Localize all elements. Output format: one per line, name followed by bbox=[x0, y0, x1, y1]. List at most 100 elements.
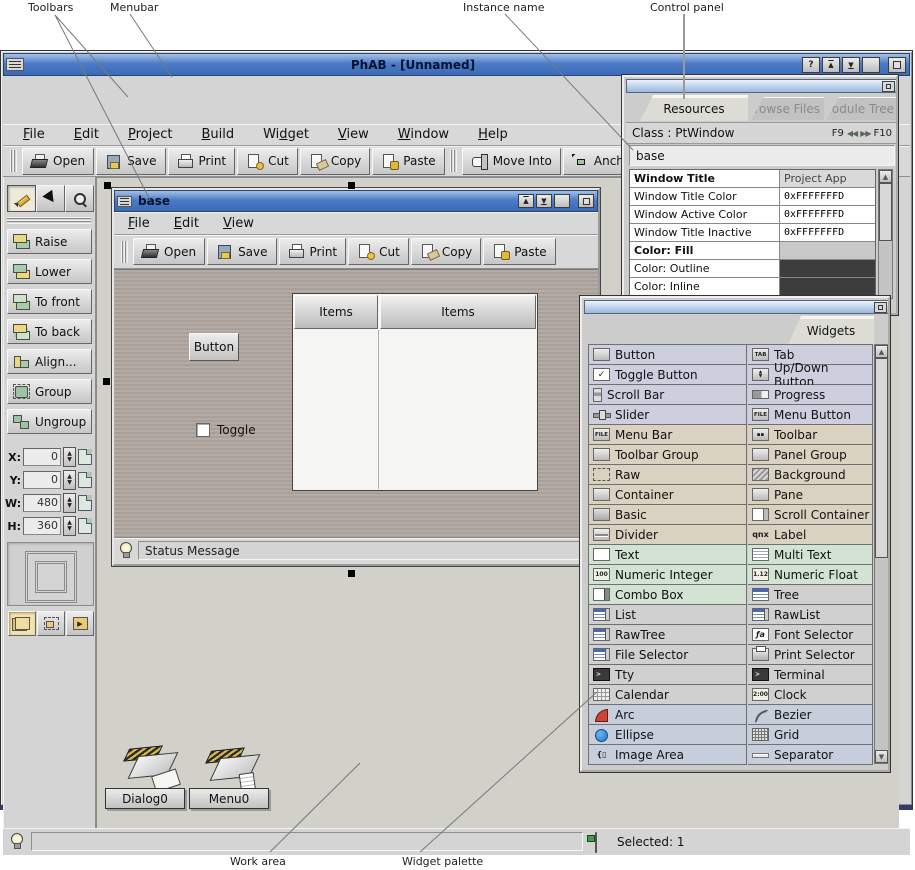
menu-item-edit[interactable]: Edit bbox=[174, 216, 199, 231]
move-into-button[interactable]: Move Into bbox=[462, 148, 561, 175]
prop-name-window-title-inactive[interactable]: Window Title Inactive bbox=[630, 224, 780, 241]
designed-list-widget[interactable]: Items Items bbox=[292, 293, 538, 491]
group-button[interactable]: Group bbox=[7, 379, 92, 404]
palette-item-calendar[interactable]: Calendar bbox=[589, 685, 747, 705]
prop-value-color-outline[interactable] bbox=[780, 260, 875, 277]
main-title-bar[interactable]: PhAB - [Unnamed] ? ▲ ▼ bbox=[3, 53, 910, 76]
resize-button[interactable] bbox=[862, 57, 880, 73]
menu-item-file[interactable]: File bbox=[128, 216, 150, 231]
list-column-header[interactable]: Items bbox=[380, 295, 536, 329]
palette-item-combo-box[interactable]: Combo Box bbox=[589, 585, 747, 605]
dialog-module-label[interactable]: Dialog0 bbox=[105, 788, 185, 809]
scrollbar-thumb[interactable] bbox=[879, 183, 892, 241]
modules-button[interactable] bbox=[8, 611, 36, 636]
spinner-stepper[interactable]: ▲▼ bbox=[63, 470, 76, 490]
collapse-button[interactable]: ▲ bbox=[822, 57, 840, 73]
base-close-button[interactable] bbox=[578, 194, 594, 208]
instance-name-input[interactable]: base bbox=[629, 145, 895, 166]
selection-handle[interactable] bbox=[103, 378, 110, 385]
prop-value-window-active-color[interactable]: 0xFFFFFFFD bbox=[780, 206, 875, 223]
tab-resources[interactable]: Resources bbox=[640, 95, 748, 121]
toggle-checkbox[interactable] bbox=[196, 423, 210, 437]
menu-item-build[interactable]: Build bbox=[201, 127, 234, 142]
prop-name-color-outline[interactable]: Color: Outline bbox=[630, 260, 780, 277]
palette-item-container[interactable]: Container bbox=[589, 485, 747, 505]
paste-button[interactable]: Paste bbox=[483, 238, 555, 265]
palette-item-basic[interactable]: Basic bbox=[589, 505, 747, 525]
menu-item-view[interactable]: View bbox=[338, 127, 369, 142]
palette-item-slider[interactable]: Slider bbox=[589, 405, 747, 425]
prop-name-color-fill[interactable]: Color: Fill bbox=[630, 242, 780, 259]
palette-item-tree[interactable]: Tree bbox=[748, 585, 873, 605]
menu-item-file[interactable]: File bbox=[23, 127, 45, 142]
property-row[interactable]: Window Title Inactive0xFFFFFFFD bbox=[630, 224, 875, 242]
palette-item-pane[interactable]: Pane bbox=[748, 485, 873, 505]
prev-arrows-icon[interactable]: ◀◀ bbox=[847, 129, 857, 138]
palette-item-image-area[interactable]: {▯Image Area bbox=[589, 745, 747, 765]
palette-item-multi-text[interactable]: Multi Text bbox=[748, 545, 873, 565]
menu-item-view[interactable]: View bbox=[223, 216, 254, 231]
prop-value-color-inline[interactable] bbox=[780, 278, 875, 295]
select-mode-button[interactable] bbox=[37, 611, 65, 636]
prop-name-window-title[interactable]: Window Title bbox=[630, 170, 780, 187]
designed-toggle-widget[interactable]: Toggle bbox=[196, 423, 256, 437]
base-module-window[interactable]: base ▲ ▼ FileEditView OpenSavePrintCutCo… bbox=[112, 188, 600, 566]
lower-button[interactable]: Lower bbox=[7, 259, 92, 284]
h-field[interactable]: 360 bbox=[23, 517, 61, 535]
copy-button[interactable]: Copy bbox=[411, 238, 481, 265]
palette-item-print-selector[interactable]: Print Selector bbox=[748, 645, 873, 665]
palette-item-panel-group[interactable]: Panel Group bbox=[748, 445, 873, 465]
menu-module-label[interactable]: Menu0 bbox=[189, 788, 269, 809]
menu-module-icon[interactable] bbox=[209, 747, 265, 791]
toolbar-grip[interactable] bbox=[121, 241, 128, 263]
lock-icon[interactable] bbox=[78, 518, 92, 534]
to-back-button[interactable]: To back bbox=[7, 319, 92, 344]
to-front-button[interactable]: To front bbox=[7, 289, 92, 314]
palette-item-up-down-button[interactable]: ▲▼Up/Down Button bbox=[748, 365, 873, 385]
save-button[interactable]: Save bbox=[207, 238, 276, 265]
palette-item-rawtree[interactable]: RawTree bbox=[589, 625, 747, 645]
copy-button[interactable]: Copy bbox=[300, 148, 370, 175]
x-field[interactable]: 0 bbox=[23, 448, 61, 466]
palette-item-menu-bar[interactable]: FILEMenu Bar bbox=[589, 425, 747, 445]
palette-title-bar[interactable] bbox=[584, 300, 890, 314]
property-row[interactable]: Color: Inline bbox=[630, 278, 875, 296]
menu-item-widget[interactable]: Widget bbox=[263, 127, 309, 142]
lock-icon[interactable] bbox=[78, 449, 92, 465]
dialog-module-icon[interactable] bbox=[127, 745, 183, 789]
cut-button[interactable]: Cut bbox=[348, 238, 409, 265]
palette-item-list[interactable]: List bbox=[589, 605, 747, 625]
base-collapse-button[interactable]: ▲ bbox=[518, 194, 534, 208]
selection-handle[interactable] bbox=[348, 570, 355, 577]
palette-item-clock[interactable]: 2:00Clock bbox=[748, 685, 873, 705]
expand-button[interactable]: ▼ bbox=[842, 57, 860, 73]
paste-button[interactable]: Paste bbox=[372, 148, 444, 175]
scroll-down-icon[interactable]: ▼ bbox=[875, 750, 888, 763]
menu-item-edit[interactable]: Edit bbox=[74, 127, 99, 142]
align-button[interactable]: Align... bbox=[7, 349, 92, 374]
palette-item-scroll-container[interactable]: Scroll Container bbox=[748, 505, 873, 525]
tab-module-tree[interactable]: Module Tree bbox=[826, 97, 898, 120]
expand-mode-button[interactable]: ▶ bbox=[66, 611, 94, 636]
palette-item-tty[interactable]: >Tty bbox=[589, 665, 747, 685]
scroll-up-icon[interactable]: ▲ bbox=[879, 170, 892, 183]
toolbar-grip[interactable] bbox=[450, 150, 457, 172]
ungroup-button[interactable]: Ungroup bbox=[7, 409, 92, 434]
palette-item-grid[interactable]: Grid bbox=[748, 725, 873, 745]
selection-handle[interactable] bbox=[348, 182, 355, 189]
menu-item-window[interactable]: Window bbox=[398, 127, 449, 142]
palette-item-progress[interactable]: Progress bbox=[748, 385, 873, 405]
prop-value-window-title[interactable]: Project App bbox=[780, 170, 875, 187]
palette-item-text[interactable]: Text bbox=[589, 545, 747, 565]
magnifier-tool-button[interactable] bbox=[65, 185, 94, 212]
palette-item-rawlist[interactable]: RawList bbox=[748, 605, 873, 625]
prop-name-color-inline[interactable]: Color: Inline bbox=[630, 278, 780, 295]
prop-value-window-title-color[interactable]: 0xFFFFFFFD bbox=[780, 188, 875, 205]
property-row[interactable]: Color: Outline bbox=[630, 260, 875, 278]
toolbar-grip[interactable] bbox=[10, 150, 17, 172]
scroll-up-icon[interactable]: ▲ bbox=[875, 345, 888, 358]
designed-button-widget[interactable]: Button bbox=[189, 333, 239, 361]
palette-item-font-selector[interactable]: ƒaFont Selector bbox=[748, 625, 873, 645]
palette-item-file-selector[interactable]: File Selector bbox=[589, 645, 747, 665]
cut-button[interactable]: Cut bbox=[237, 148, 298, 175]
